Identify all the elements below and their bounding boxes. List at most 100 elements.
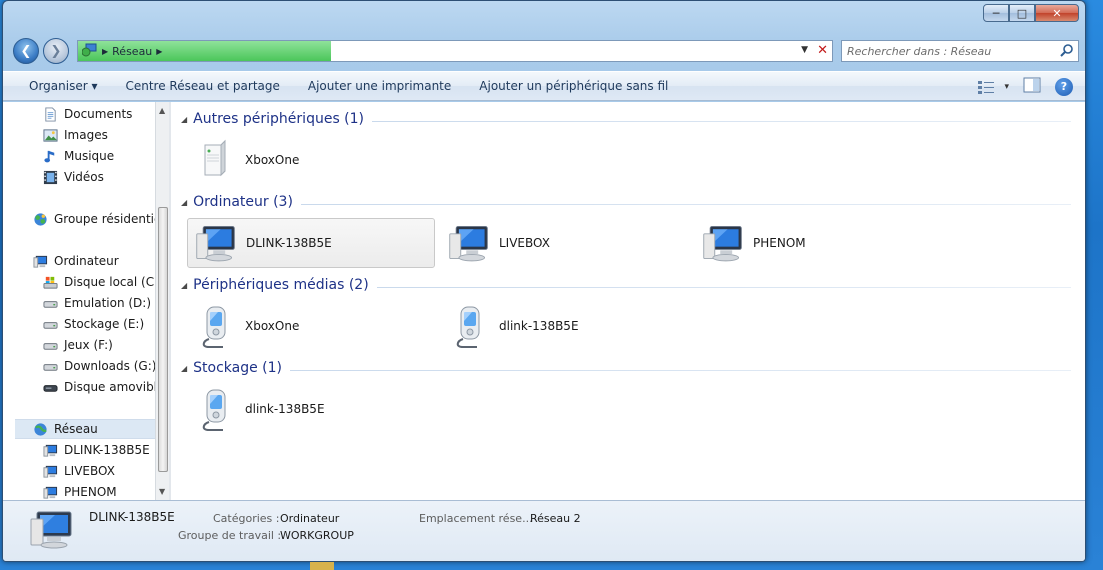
device-tile[interactable]: PHENOM xyxy=(695,218,943,268)
sidebar-item-ordinateur[interactable]: Ordinateur xyxy=(33,251,119,271)
details-location-label: Emplacement rése... xyxy=(419,512,533,525)
computer-icon xyxy=(29,509,75,554)
sidebar-item-disque-amovible[interactable]: Disque amovible xyxy=(43,377,155,397)
sidebar-item-label: DLINK-138B5E xyxy=(64,443,150,457)
forward-button[interactable]: ❯ xyxy=(43,38,69,64)
group-header[interactable]: ◢ Ordinateur (3) xyxy=(181,194,293,210)
details-workgroup-label: Groupe de travail : xyxy=(178,529,282,542)
sidebar-item-emulation-d[interactable]: Emulation (D:) xyxy=(43,293,151,313)
collapse-arrow-icon[interactable]: ◢ xyxy=(181,198,187,207)
group-header[interactable]: ◢ Périphériques médias (2) xyxy=(181,277,369,293)
group-separator xyxy=(376,287,1071,288)
forward-arrow-icon: ❯ xyxy=(50,43,62,59)
organize-menu[interactable]: Organiser ▾ xyxy=(3,79,111,93)
sidebar-item-label: Disque amovible xyxy=(64,380,155,394)
sidebar-item-r-seau[interactable]: Réseau xyxy=(15,419,155,439)
address-bar[interactable]: ▶ Réseau ▶ ▼ ✕ xyxy=(77,40,833,62)
sidebar-item-downloads-g[interactable]: Downloads (G:) xyxy=(43,356,155,376)
group-separator xyxy=(300,204,1071,205)
sidebar-item-documents[interactable]: Documents xyxy=(43,104,132,124)
navigation-pane: Documents Images Musique Vidéos Groupe résid… xyxy=(3,102,155,500)
details-pane: DLINK-138B5E Catégories : Ordinateur Gro… xyxy=(3,500,1085,561)
device-label: dlink-138B5E xyxy=(499,319,579,333)
device-label: XboxOne xyxy=(245,319,300,333)
media-device-icon xyxy=(193,303,237,349)
caption-buttons: ─ □ ✕ xyxy=(983,4,1079,22)
sidebar-item-label: Réseau xyxy=(54,422,98,436)
network-icon xyxy=(81,43,98,60)
sidebar-item-stockage-e[interactable]: Stockage (E:) xyxy=(43,314,144,334)
drive-icon xyxy=(43,338,58,353)
breadcrumb-separator-icon[interactable]: ▶ xyxy=(156,47,162,56)
search-icon[interactable] xyxy=(1060,44,1073,60)
collapse-arrow-icon[interactable]: ◢ xyxy=(181,364,187,373)
scroll-up-icon[interactable]: ▲ xyxy=(159,106,165,115)
sidebar-item-label: Disque local (C:) xyxy=(64,275,155,289)
computer-icon xyxy=(43,485,58,500)
drive-icon xyxy=(43,359,58,374)
document-icon xyxy=(43,106,58,122)
sidebar-item-dlink-138b5e[interactable]: DLINK-138B5E xyxy=(43,440,150,460)
preview-pane-icon[interactable] xyxy=(1023,77,1041,96)
device-tile[interactable]: LIVEBOX xyxy=(441,218,689,268)
computer-icon xyxy=(33,254,48,269)
sidebar-item-label: Stockage (E:) xyxy=(64,317,145,331)
network-icon xyxy=(33,422,48,437)
sidebar-item-musique[interactable]: Musique xyxy=(43,146,114,166)
device-tile[interactable]: XboxOne xyxy=(187,135,435,185)
sidebar-item-vid-os[interactable]: Vidéos xyxy=(43,167,104,187)
group-header[interactable]: ◢ Autres périphériques (1) xyxy=(181,111,364,127)
device-tile[interactable]: DLINK-138B5E xyxy=(187,218,435,268)
sidebar-item-label: Emulation (D:) xyxy=(64,296,152,310)
computer-icon xyxy=(43,464,58,479)
collapse-arrow-icon[interactable]: ◢ xyxy=(181,281,187,290)
search-box[interactable]: Rechercher dans : Réseau xyxy=(841,40,1079,62)
maximize-button[interactable]: □ xyxy=(1009,4,1035,22)
computer-icon xyxy=(43,443,58,458)
address-dropdown-icon[interactable]: ▼ xyxy=(801,45,808,55)
details-workgroup-value: WORKGROUP xyxy=(280,529,354,542)
system-drive-icon xyxy=(43,275,58,290)
video-icon xyxy=(43,170,58,185)
group-header[interactable]: ◢ Stockage (1) xyxy=(181,360,282,376)
add-printer-button[interactable]: Ajouter une imprimante xyxy=(294,79,465,93)
minimize-button[interactable]: ─ xyxy=(983,4,1009,22)
scroll-down-icon[interactable]: ▼ xyxy=(159,487,165,496)
music-icon xyxy=(43,149,58,164)
breadcrumb-network[interactable]: Réseau xyxy=(112,45,152,58)
group-title: Autres périphériques (1) xyxy=(193,111,365,127)
close-button[interactable]: ✕ xyxy=(1035,4,1079,22)
back-arrow-icon: ❮ xyxy=(20,43,32,59)
sidebar-item-label: Documents xyxy=(64,107,133,121)
sidebar-item-jeux-f[interactable]: Jeux (F:) xyxy=(43,335,113,355)
collapse-arrow-icon[interactable]: ◢ xyxy=(181,115,187,124)
toolbar-right-controls: ▾ ? xyxy=(978,77,1073,96)
device-tile[interactable]: dlink-138B5E xyxy=(441,301,689,351)
view-dropdown-icon[interactable]: ▾ xyxy=(1004,82,1009,92)
navigation-scrollbar[interactable]: ▲ ▼ xyxy=(155,102,169,500)
group-title: Stockage (1) xyxy=(193,360,283,376)
sidebar-item-images[interactable]: Images xyxy=(43,125,108,145)
scrollbar-thumb[interactable] xyxy=(158,207,168,472)
device-tile[interactable]: dlink-138B5E xyxy=(187,384,435,434)
add-wireless-device-button[interactable]: Ajouter un périphérique sans fil xyxy=(465,79,682,93)
group-separator xyxy=(372,121,1071,122)
breadcrumb-separator-icon[interactable]: ▶ xyxy=(102,47,108,56)
sidebar-item-groupe-r-sidentiel[interactable]: Groupe résidentiel xyxy=(33,209,155,229)
sidebar-item-phenom[interactable]: PHENOM xyxy=(43,482,117,500)
stop-loading-icon[interactable]: ✕ xyxy=(817,43,828,58)
sidebar-item-disque-local-c[interactable]: Disque local (C:) xyxy=(43,272,155,292)
device-label: DLINK-138B5E xyxy=(246,236,332,250)
sidebar-item-livebox[interactable]: LIVEBOX xyxy=(43,461,115,481)
device-tile[interactable]: XboxOne xyxy=(187,301,435,351)
device-label: LIVEBOX xyxy=(499,236,550,250)
body-area: Documents Images Musique Vidéos Groupe résid… xyxy=(3,102,1085,500)
sidebar-item-label: Images xyxy=(64,128,108,142)
taskbar-edge xyxy=(310,562,334,570)
network-sharing-center-button[interactable]: Centre Réseau et partage xyxy=(111,79,293,93)
group-title: Ordinateur (3) xyxy=(193,194,293,210)
view-options-button[interactable]: ▾ xyxy=(978,80,1009,94)
back-button[interactable]: ❮ xyxy=(13,38,39,64)
help-icon[interactable]: ? xyxy=(1055,77,1073,96)
view-details-icon xyxy=(978,80,995,94)
